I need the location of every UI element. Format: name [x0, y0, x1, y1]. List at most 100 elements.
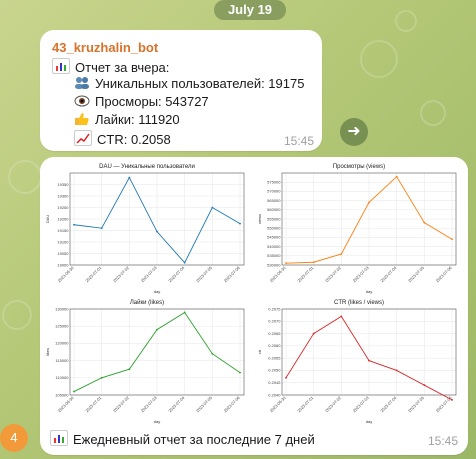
y-tick-label: 0.2045: [268, 380, 281, 385]
data-point: [395, 175, 398, 178]
data-point: [128, 176, 131, 179]
y-tick-label: 19200: [57, 216, 69, 221]
data-point: [312, 332, 315, 335]
ctr-text: CTR: 0.2058: [97, 132, 171, 147]
unique-users-text: Уникальных пользователей: 19175: [95, 76, 305, 91]
chart-svg-dau: DAU — Уникальные пользователи 19000 19050 1…: [45, 164, 245, 294]
x-tick-label: 2023-07-03: [352, 265, 371, 284]
trend-emoji-icon: [74, 130, 92, 146]
y-tick-label: 550000: [267, 226, 281, 231]
date-separator: July 19: [214, 0, 286, 20]
data-point: [340, 253, 343, 255]
message-bubble-charts[interactable]: DAU — Уникальные пользователи 19000 19050 1…: [40, 157, 468, 455]
message-bubble-report[interactable]: 43_kruzhalin_bot Отчет за вчера: Уникаль…: [40, 30, 322, 151]
y-tick-label: 555000: [267, 216, 281, 221]
thumbs-up-emoji-icon: [74, 112, 90, 126]
message-line: Уникальных пользователей: 19175: [74, 76, 304, 91]
x-tick-label: 2023-07-06: [223, 395, 242, 414]
chart-svg-likes: Лайки (likes) 105000 110000 115000 120000 125…: [45, 299, 245, 424]
y-tick-label: 575000: [267, 180, 281, 185]
x-tick-label: 2023-07-06: [435, 265, 454, 284]
forward-icon: ➜: [347, 123, 361, 140]
x-tick-label: 2023-07-06: [223, 265, 242, 284]
x-axis-label: day: [154, 419, 160, 424]
message-line: Лайки: 111920: [74, 112, 180, 127]
x-tick-label: 2023-07-05: [407, 395, 426, 414]
data-point: [73, 223, 75, 226]
data-point: [156, 328, 158, 331]
x-axis-label: day: [154, 289, 160, 294]
x-tick-label: 2023-07-01: [84, 395, 103, 414]
y-tick-label: 19300: [57, 193, 69, 198]
y-axis-label: views: [257, 214, 262, 224]
y-tick-label: 0.2040: [268, 392, 281, 397]
x-tick-label: 2023-07-01: [296, 395, 315, 414]
chart-svg-ctr: CTR (likes / views) 0.2040 0.2045 0.2050 0.2…: [257, 300, 457, 424]
y-tick-label: 545000: [267, 235, 281, 240]
chart-title: DAU — Уникальные пользователи: [99, 164, 195, 170]
sender-name[interactable]: 43_kruzhalin_bot: [52, 40, 158, 55]
message-line: Просморы: 543727: [74, 94, 209, 109]
y-tick-label: 0.2075: [268, 306, 281, 311]
data-point: [211, 352, 214, 355]
data-point: [183, 311, 186, 314]
y-tick-label: 115000: [55, 358, 69, 363]
data-point: [100, 227, 103, 230]
x-tick-label: 2023-07-01: [84, 265, 103, 284]
background-doodle: [420, 100, 446, 126]
y-tick-label: 565000: [267, 198, 281, 203]
chart-views[interactable]: Просмотры (views) 530000 535000 540000 54500…: [256, 161, 462, 295]
message-time: 15:45: [284, 134, 315, 148]
unread-count-badge[interactable]: 4: [0, 424, 28, 452]
x-tick-label: 2023-07-05: [195, 265, 214, 284]
x-tick-label: 2023-06-30: [269, 265, 288, 284]
data-point: [128, 368, 131, 371]
forward-button[interactable]: ➜: [340, 118, 368, 146]
data-point: [368, 201, 370, 204]
chart-dau[interactable]: DAU — Уникальные пользователи 19000 19050 1…: [44, 161, 250, 295]
y-tick-label: 19150: [57, 228, 69, 233]
y-tick-label: 19350: [57, 182, 69, 187]
chart-ctr[interactable]: CTR (likes / views) 0.2040 0.2045 0.2050 0.2…: [256, 297, 462, 425]
x-axis-label: day: [366, 289, 372, 294]
y-tick-label: 110000: [55, 375, 69, 380]
data-point: [183, 261, 186, 264]
y-tick-label: 540000: [267, 244, 281, 249]
chart-emoji-icon: [50, 430, 68, 446]
chart-emoji-icon: [52, 58, 70, 74]
chart-likes[interactable]: Лайки (likes) 105000 110000 115000 120000 125…: [44, 297, 250, 425]
y-tick-label: 125000: [55, 324, 69, 329]
data-point: [239, 222, 241, 225]
message-line: Отчет за вчера:: [52, 58, 169, 75]
x-tick-label: 2023-07-05: [407, 265, 426, 284]
background-doodle: [395, 10, 417, 32]
caption-line: Ежедневный отчет за последние 7 дней: [50, 430, 315, 447]
chart-svg-views: Просмотры (views) 530000 535000 540000 54500…: [257, 164, 457, 294]
data-point: [73, 390, 75, 393]
y-tick-label: 560000: [267, 207, 281, 212]
data-point: [285, 262, 287, 265]
y-tick-label: 19000: [57, 262, 69, 267]
x-tick-label: 2023-07-02: [112, 265, 131, 284]
x-tick-label: 2023-07-01: [296, 265, 315, 284]
x-tick-label: 2023-07-05: [195, 395, 214, 414]
x-tick-label: 2023-07-03: [352, 395, 371, 414]
data-point: [395, 369, 398, 372]
likes-text: Лайки: 111920: [95, 112, 180, 127]
background-doodle: [8, 160, 42, 194]
y-tick-label: 19250: [57, 205, 69, 210]
x-tick-label: 2023-07-03: [140, 265, 159, 284]
y-axis-label: DAU: [45, 215, 50, 224]
y-tick-label: 130000: [55, 306, 69, 311]
data-point: [340, 315, 343, 318]
data-point: [211, 206, 214, 209]
x-tick-label: 2023-07-03: [140, 395, 159, 414]
x-tick-label: 2023-07-04: [167, 395, 186, 414]
data-point: [451, 399, 453, 401]
y-tick-label: 0.2055: [268, 355, 281, 360]
data-point: [423, 221, 426, 224]
y-tick-label: 0.2070: [268, 319, 281, 324]
report-heading: Отчет за вчера:: [75, 60, 170, 75]
background-doodle: [360, 40, 398, 78]
chart-title: Лайки (likes): [130, 299, 164, 306]
